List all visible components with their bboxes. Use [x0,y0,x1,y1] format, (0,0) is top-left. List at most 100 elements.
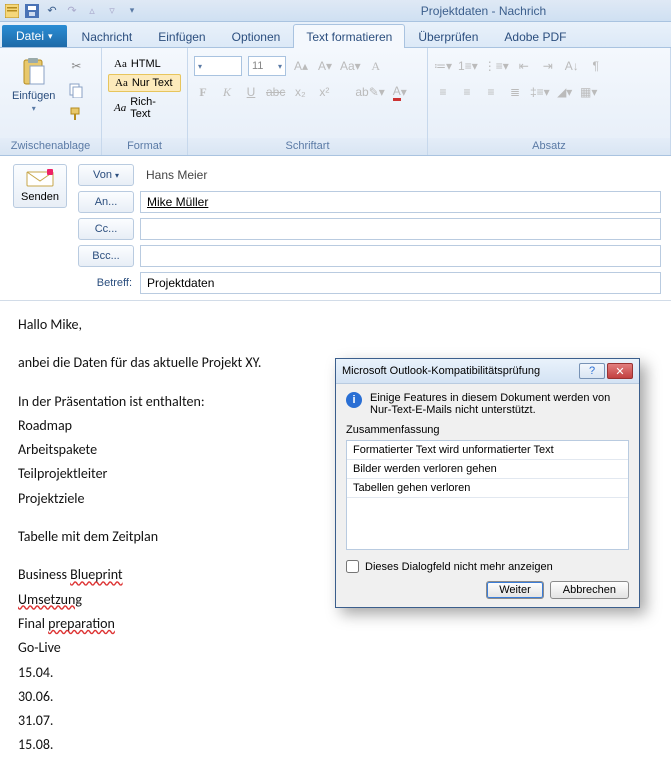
paste-button[interactable]: Einfügen ▾ [6,52,61,117]
redo-icon[interactable]: ↷ [64,3,80,19]
font-name-combo[interactable] [194,56,242,76]
ribbon-group-format: AaHTML AaNur Text AaRich-Text Format [102,48,188,155]
ribbon-group-paragraph: ≔▾ 1≡▾ ⋮≡▾ ⇤ ⇥ A↓ ¶ ≡ ≡ ≡ ≣ ‡≡▾ ◢▾ ▦▾ [428,48,671,155]
numbering-icon[interactable]: 1≡▾ [458,56,478,76]
body-line: Final preparation [18,614,653,634]
dont-show-checkbox[interactable] [346,560,359,573]
save-icon[interactable] [24,3,40,19]
from-button[interactable]: Von▾ [78,164,134,186]
italic-button[interactable]: K [218,82,236,102]
tab-text-formatieren[interactable]: Text formatieren [293,24,405,48]
to-button[interactable]: An... [78,191,134,213]
window-title: Projektdaten - Nachrich [140,4,667,18]
line-spacing-icon[interactable]: ‡≡▾ [530,82,550,102]
tab-einfuegen[interactable]: Einfügen [145,24,218,48]
tab-ueberpruefen[interactable]: Überprüfen [405,24,491,48]
strike-button[interactable]: abc [266,82,285,102]
format-html-button[interactable]: AaHTML [108,56,181,72]
ribbon-group-font: 11 A▴ A▾ Aa▾ A F K U abc x₂ x² ab✎▾ A▾ [188,48,428,155]
paste-icon [18,56,50,88]
font-size-combo[interactable]: 11 [248,56,286,76]
cc-button[interactable]: Cc... [78,218,134,240]
dialog-help-button[interactable]: ? [579,363,605,379]
grow-font-icon[interactable]: A▴ [292,56,310,76]
outdent-icon[interactable]: ⇤ [515,56,533,76]
list-item: Formatierter Text wird unformatierter Te… [347,441,628,460]
next-icon[interactable]: ▿ [104,3,120,19]
subject-label: Betreff: [78,277,134,289]
sort-icon[interactable]: A↓ [563,56,581,76]
continue-button[interactable]: Weiter [486,581,544,599]
ribbon: Einfügen ▾ ✂ Zwischenablage AaHTML AaNur… [0,48,671,156]
bcc-button[interactable]: Bcc... [78,245,134,267]
quick-access-toolbar: ↶ ↷ ▵ ▿ ▾ [4,3,140,19]
dialog-summary-list: Formatierter Text wird unformatierter Te… [346,440,629,550]
align-center-icon[interactable]: ≡ [458,82,476,102]
help-icon: ? [589,365,595,377]
group-title-clipboard: Zwischenablage [0,138,101,155]
borders-icon[interactable]: ▦▾ [580,82,598,102]
justify-icon[interactable]: ≣ [506,82,524,102]
highlight-button[interactable]: ab✎▾ [355,82,384,102]
change-case-icon[interactable]: Aa▾ [340,56,361,76]
underline-button[interactable]: U [242,82,260,102]
indent-icon[interactable]: ⇥ [539,56,557,76]
dialog-summary-label: Zusammenfassung [346,424,629,436]
send-icon [26,169,54,189]
dialog-close-button[interactable]: ✕ [607,363,633,379]
qat-more-icon[interactable]: ▾ [124,3,140,19]
body-line: 15.08. [18,735,653,755]
group-title-format: Format [102,138,187,155]
align-left-icon[interactable]: ≡ [434,82,452,102]
body-line: Go-Live [18,638,653,658]
from-value: Hans Meier [140,164,661,186]
tab-file[interactable]: Datei [2,25,67,47]
dialog-title: Microsoft Outlook-Kompatibilitätsprüfung [342,365,540,377]
ribbon-tabs: Datei Nachricht Einfügen Optionen Text f… [0,22,671,48]
format-rich-button[interactable]: AaRich-Text [108,94,181,122]
cc-field[interactable] [140,218,661,240]
prev-icon[interactable]: ▵ [84,3,100,19]
bold-button[interactable]: F [194,82,212,102]
clear-format-icon[interactable]: A [367,56,385,76]
bcc-field[interactable] [140,245,661,267]
undo-icon[interactable]: ↶ [44,3,60,19]
shading-icon[interactable]: ◢▾ [556,82,574,102]
app-icon [4,3,20,19]
subscript-button[interactable]: x₂ [291,82,309,102]
send-button[interactable]: Senden [13,164,67,208]
titlebar: ↶ ↷ ▵ ▿ ▾ Projektdaten - Nachrich [0,0,671,22]
cancel-button[interactable]: Abbrechen [550,581,629,599]
format-plain-button[interactable]: AaNur Text [108,74,181,92]
info-icon: i [346,392,362,408]
body-line: 30.06. [18,687,653,707]
body-line: 31.07. [18,711,653,731]
showmarks-icon[interactable]: ¶ [587,56,605,76]
dont-show-label: Dieses Dialogfeld nicht mehr anzeigen [365,561,553,573]
align-right-icon[interactable]: ≡ [482,82,500,102]
tab-adobe-pdf[interactable]: Adobe PDF [491,24,579,48]
group-title-paragraph: Absatz [428,138,670,155]
list-item: Tabellen gehen verloren [347,479,628,498]
compatibility-dialog: Microsoft Outlook-Kompatibilitätsprüfung… [335,358,640,608]
group-title-font: Schriftart [188,138,427,155]
copy-icon[interactable] [67,80,85,100]
dialog-titlebar[interactable]: Microsoft Outlook-Kompatibilitätsprüfung… [336,359,639,384]
close-icon: ✕ [615,365,624,378]
message-header: Senden Von▾ Hans Meier An... Cc... Bcc..… [0,156,671,301]
body-line: Hallo Mike, [18,315,653,335]
dialog-info-text: Einige Features in diesem Dokument werde… [370,392,629,416]
tab-optionen[interactable]: Optionen [219,24,294,48]
body-line: 15.04. [18,663,653,683]
ribbon-group-clipboard: Einfügen ▾ ✂ Zwischenablage [0,48,102,155]
to-field[interactable] [140,191,661,213]
font-color-button[interactable]: A▾ [391,82,409,102]
cut-icon[interactable]: ✂ [67,56,85,76]
shrink-font-icon[interactable]: A▾ [316,56,334,76]
multilevel-icon[interactable]: ⋮≡▾ [484,56,509,76]
superscript-button[interactable]: x² [315,82,333,102]
format-painter-icon[interactable] [67,104,85,124]
tab-nachricht[interactable]: Nachricht [69,24,146,48]
subject-field[interactable] [140,272,661,294]
bullets-icon[interactable]: ≔▾ [434,56,452,76]
